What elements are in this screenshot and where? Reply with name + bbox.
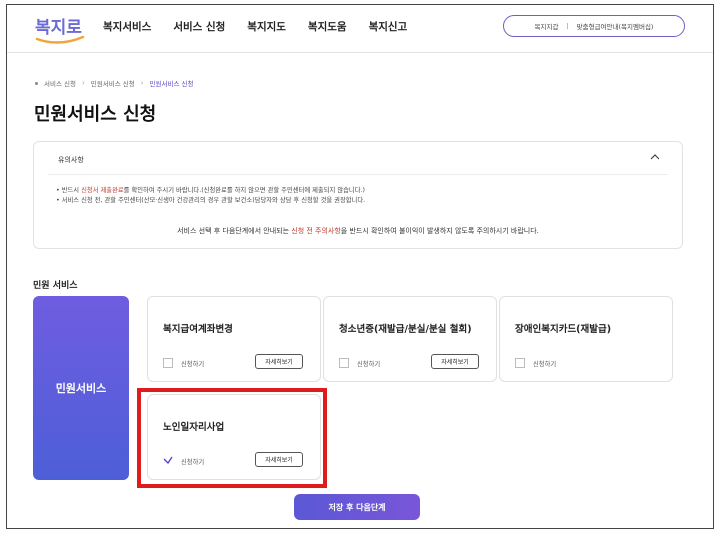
checkbox-icon[interactable] xyxy=(515,358,525,368)
util-wallet-link[interactable]: 복지지갑 xyxy=(535,21,559,31)
selection-highlight-box xyxy=(137,388,327,488)
apply-label: 신청하기 xyxy=(181,360,205,368)
notice-box: 유의사항 • 반드시 신청서 제출완료를 확인하여 주시기 바랍니다.(신청완료… xyxy=(33,141,683,249)
section-label: 민원 서비스 xyxy=(33,281,78,291)
bokjiro-logo[interactable]: 복지로 xyxy=(33,11,89,45)
util-membership-link[interactable]: 맞춤형급여안내(복지멤버십) xyxy=(577,21,654,31)
service-name: 복지급여계좌변경 xyxy=(163,324,233,335)
logo-text: 복지로 xyxy=(35,18,82,38)
notice-line-2: • 서비스 신청 전, 관할 주민센터(산모·신생아 건강관리의 경우 관할 보… xyxy=(56,197,366,204)
notice-text: • 반드시 신청서 제출완료를 확인하여 주시기 바랍니다.(신청완료를 하지 … xyxy=(56,186,365,206)
service-card-youth-id[interactable]: 청소년증(재발급/분실/분실 철회) 신청하기 자세히보기 xyxy=(323,296,497,382)
detail-button[interactable]: 자세히보기 xyxy=(255,354,303,369)
detail-button[interactable]: 자세히보기 xyxy=(431,354,479,369)
breadcrumb-item[interactable]: 서비스 신청 xyxy=(44,78,76,88)
breadcrumb: 서비스 신청 › 민원서비스 신청 › 민원서비스 신청 xyxy=(35,78,193,88)
nav-service-apply[interactable]: 서비스 신청 xyxy=(173,19,225,34)
notice-warning: 서비스 선택 후 다음단계에서 안내되는 신청 전 주의사항을 반드시 확인하여… xyxy=(34,226,682,236)
notice-text-part: 서비스 선택 후 다음단계에서 안내되는 xyxy=(177,227,292,235)
notice-text-part: • 반드시 xyxy=(56,187,82,194)
util-links: 복지지갑 | 맞춤형급여안내(복지멤버십) xyxy=(503,15,685,37)
service-name: 장애인복지카드(재발급) xyxy=(515,324,612,335)
nav-welfare-service[interactable]: 복지서비스 xyxy=(103,19,151,34)
notice-line-1: • 반드시 신청서 제출완료를 확인하여 주시기 바랍니다.(신청완료를 하지 … xyxy=(56,186,365,196)
service-card-account-change[interactable]: 복지급여계좌변경 신청하기 자세히보기 xyxy=(147,296,321,382)
category-card: 민원서비스 xyxy=(33,296,129,480)
breadcrumb-current: 민원서비스 신청 xyxy=(149,80,194,88)
nav-welfare-help[interactable]: 복지도움 xyxy=(308,19,347,34)
notice-divider xyxy=(48,174,668,175)
nav-welfare-map[interactable]: 복지지도 xyxy=(247,19,286,34)
checkbox-icon[interactable] xyxy=(163,358,173,368)
apply-checkbox[interactable]: 신청하기 xyxy=(163,358,204,368)
site-header: 복지로 복지서비스 서비스 신청 복지지도 복지도움 복지신고 복지지갑 | 맞… xyxy=(7,5,713,53)
chevron-up-icon[interactable] xyxy=(650,150,660,164)
checkbox-icon[interactable] xyxy=(339,358,349,368)
chevron-right-icon: › xyxy=(140,79,144,87)
main-nav: 복지서비스 서비스 신청 복지지도 복지도움 복지신고 xyxy=(103,19,429,34)
page-title: 민원서비스 신청 xyxy=(34,104,157,125)
apply-label: 신청하기 xyxy=(357,360,381,368)
category-label: 민원서비스 xyxy=(55,382,107,395)
notice-title: 유의사항 xyxy=(58,156,84,164)
nav-welfare-report[interactable]: 복지신고 xyxy=(369,19,408,34)
notice-text-part: 을 반드시 확인하여 불이익이 발생하지 않도록 주의하시기 바랍니다. xyxy=(340,227,539,235)
service-name: 청소년증(재발급/분실/분실 철회) xyxy=(339,324,472,335)
notice-highlight: 신청 전 주의사항 xyxy=(291,227,341,235)
home-dot-icon xyxy=(35,81,38,85)
apply-checkbox[interactable]: 신청하기 xyxy=(339,358,380,368)
notice-text-part: 를 확인하여 주시기 바랍니다.(신청완료를 하지 않으면 관할 주민센터에 제… xyxy=(123,187,365,194)
save-next-button[interactable]: 저장 후 다음단계 xyxy=(294,494,420,520)
util-separator: | xyxy=(566,22,569,30)
notice-highlight: 신청서 제출완료 xyxy=(81,187,124,194)
chevron-right-icon: › xyxy=(81,79,85,87)
breadcrumb-item[interactable]: 민원서비스 신청 xyxy=(91,78,135,88)
apply-label: 신청하기 xyxy=(533,360,557,368)
apply-checkbox[interactable]: 신청하기 xyxy=(515,358,556,368)
service-card-disability-card[interactable]: 장애인복지카드(재발급) 신청하기 xyxy=(499,296,673,382)
page-frame: 복지로 복지서비스 서비스 신청 복지지도 복지도움 복지신고 복지지갑 | 맞… xyxy=(6,4,714,529)
